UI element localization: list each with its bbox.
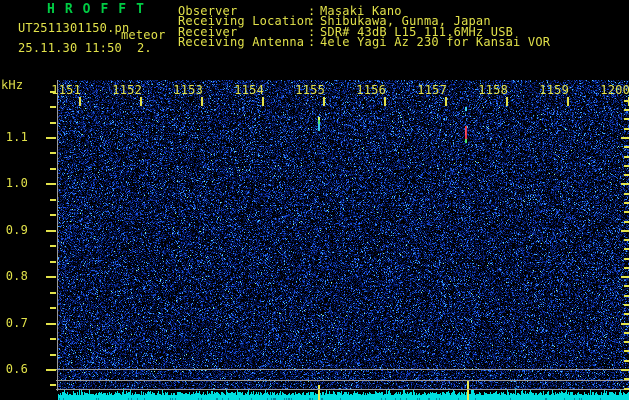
freq-minor-tick-right	[624, 388, 629, 390]
freq-minor-tick	[50, 384, 56, 386]
freq-major-tick-right	[621, 230, 629, 232]
freq-minor-tick	[50, 245, 56, 247]
freq-major-tick	[46, 276, 56, 278]
time-tick	[384, 97, 386, 106]
freq-minor-tick-right	[624, 174, 629, 176]
freq-minor-tick-right	[624, 258, 629, 260]
time-tick	[567, 97, 569, 106]
freq-minor-tick-right	[624, 248, 629, 250]
freq-minor-tick	[50, 168, 56, 170]
time-tick-label: 1154	[234, 83, 264, 97]
freq-major-tick	[46, 137, 56, 139]
freq-axis-unit: kHz	[1, 78, 24, 92]
freq-minor-tick-right	[624, 128, 629, 130]
time-tick	[140, 97, 142, 106]
freq-minor-tick	[50, 338, 56, 340]
freq-tick-label: 0.7	[5, 315, 28, 330]
hrofft-screen: HROFFT UT2511301150.pn meteor 25.11.30 1…	[0, 0, 629, 400]
freq-minor-tick-right	[624, 285, 629, 287]
freq-minor-tick-right	[624, 267, 629, 269]
freq-minor-tick-right	[624, 193, 629, 195]
spectrogram-canvas	[58, 80, 629, 400]
time-tick-label: 1153	[173, 83, 203, 97]
freq-major-tick-right	[621, 183, 629, 185]
time-tick-label: 1151	[51, 83, 81, 97]
counter-label: 2.	[137, 41, 152, 55]
info-value: 4ele Yagi Az 230 for Kansai VOR	[320, 35, 551, 50]
sub-band-line-3	[56, 389, 629, 390]
time-tick-label: 1158	[478, 83, 508, 97]
freq-minor-tick-right	[624, 295, 629, 297]
time-tick-label: 1155	[295, 83, 325, 97]
datetime-label: 25.11.30 11:50	[18, 41, 122, 55]
plot-left-border	[57, 80, 58, 391]
info-colon: :	[308, 35, 316, 50]
freq-minor-tick-right	[624, 118, 629, 120]
freq-minor-tick-right	[624, 350, 629, 352]
freq-minor-tick-right	[624, 304, 629, 306]
freq-minor-tick	[50, 122, 56, 124]
freq-minor-tick-right	[624, 156, 629, 158]
time-tick-label: 1156	[356, 83, 386, 97]
freq-major-tick-right	[621, 369, 629, 371]
freq-minor-tick-right	[624, 202, 629, 204]
freq-minor-tick-right	[624, 341, 629, 343]
freq-minor-tick-right	[624, 378, 629, 380]
freq-tick-label: 1.0	[5, 176, 28, 191]
freq-major-tick	[46, 323, 56, 325]
time-tick-label: 1159	[539, 83, 569, 97]
freq-minor-tick	[50, 152, 56, 154]
time-tick	[323, 97, 325, 106]
time-tick	[262, 97, 264, 106]
freq-minor-tick-right	[624, 239, 629, 241]
freq-major-tick-right	[621, 137, 629, 139]
freq-major-tick-right	[621, 323, 629, 325]
freq-minor-tick-right	[624, 313, 629, 315]
time-tick-label: 1157	[417, 83, 447, 97]
app-title: HROFFT	[47, 2, 154, 17]
freq-major-tick-right	[621, 276, 629, 278]
freq-minor-tick	[50, 354, 56, 356]
freq-minor-tick-right	[624, 109, 629, 111]
time-tick-label: 1152	[112, 83, 142, 97]
freq-minor-tick	[50, 261, 56, 263]
time-tick	[445, 97, 447, 106]
freq-minor-tick-right	[624, 221, 629, 223]
time-tick	[79, 97, 81, 106]
time-tick	[506, 97, 508, 106]
freq-minor-tick	[50, 307, 56, 309]
freq-minor-tick-right	[624, 360, 629, 362]
freq-tick-label: 1.1	[5, 130, 28, 144]
freq-minor-tick-right	[624, 165, 629, 167]
freq-minor-tick-right	[624, 211, 629, 213]
freq-minor-tick-right	[624, 332, 629, 334]
freq-tick-label: 0.6	[5, 362, 28, 376]
freq-minor-tick	[50, 199, 56, 201]
freq-major-tick	[46, 369, 56, 371]
filename-label: UT2511301150.pn	[18, 21, 130, 35]
freq-tick-label: 0.9	[5, 222, 28, 237]
freq-minor-tick	[50, 106, 56, 108]
freq-minor-tick	[50, 214, 56, 216]
freq-major-tick	[46, 230, 56, 232]
freq-major-tick	[46, 183, 56, 185]
time-tick	[201, 97, 203, 106]
info-label: Receiving Antenna	[178, 35, 305, 50]
freq-tick-label: 0.8	[5, 269, 28, 284]
freq-minor-tick	[50, 292, 56, 294]
time-tick-label: 1200	[600, 83, 629, 97]
sub-band-line-2	[56, 380, 629, 381]
sub-band-line-1	[56, 369, 629, 370]
freq-minor-tick-right	[624, 146, 629, 148]
mode-label: meteor	[121, 28, 166, 42]
